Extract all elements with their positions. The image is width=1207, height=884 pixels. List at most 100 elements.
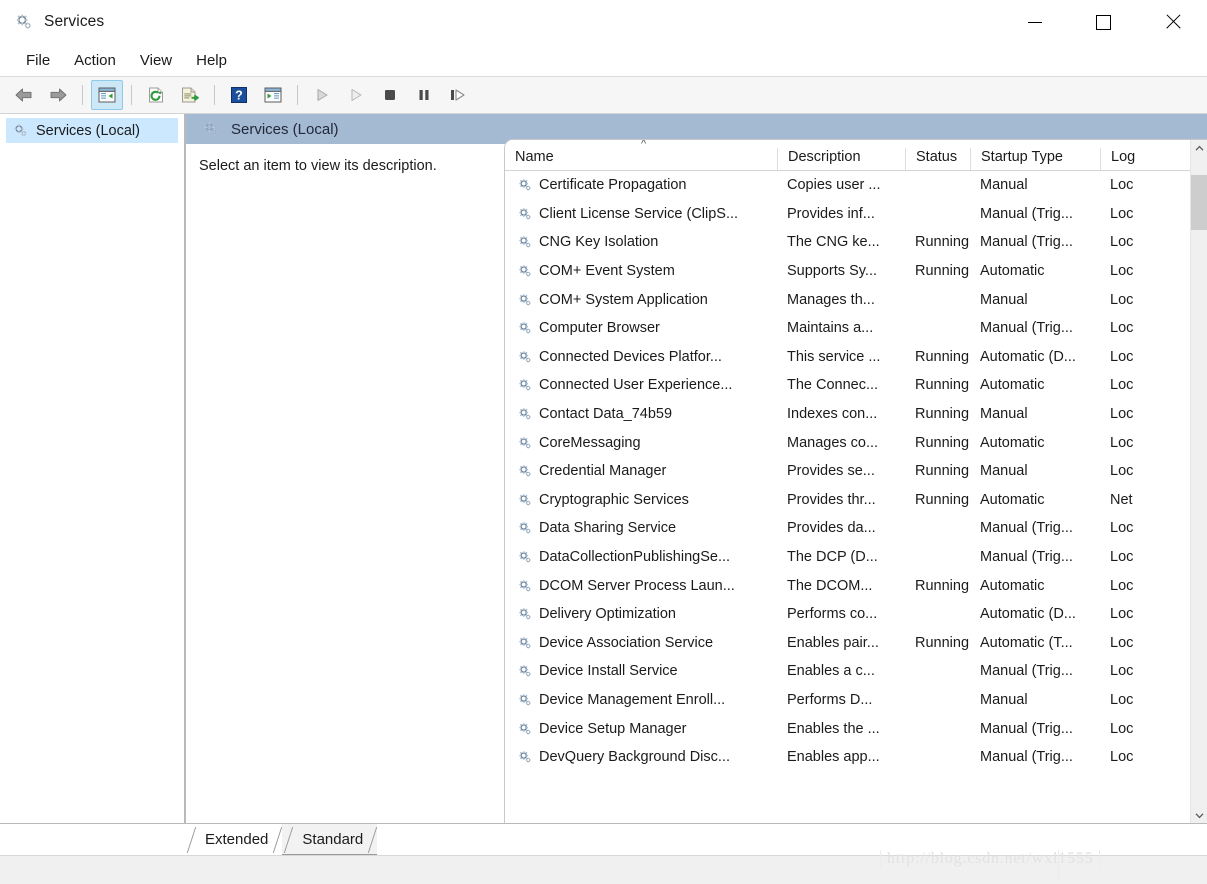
column-header-log-on-as[interactable]: Log	[1100, 148, 1145, 170]
column-header-name[interactable]: Name ^	[505, 140, 777, 170]
watermark-divider	[1058, 850, 1059, 883]
cell-service-name: Certificate Propagation	[505, 177, 777, 193]
maximize-button[interactable]	[1069, 0, 1138, 44]
export-list-button[interactable]	[174, 80, 206, 110]
cell-service-name-label: Client License Service (ClipS...	[539, 205, 739, 222]
table-row[interactable]: Device Management Enroll... Performs D...…	[505, 686, 1207, 715]
cell-log-on-as: Loc	[1110, 749, 1134, 766]
tab-standard[interactable]: Standard	[282, 824, 378, 855]
tab-edge-left	[186, 827, 197, 853]
cell-description: Indexes con...	[787, 406, 878, 423]
cell-startup-type: Manual (Trig...	[980, 549, 1073, 566]
service-gear-icon	[517, 292, 533, 308]
table-row[interactable]: Cryptographic Services Provides thr... Run…	[505, 486, 1207, 515]
table-row[interactable]: Credential Manager Provides se... Running M…	[505, 457, 1207, 486]
pause-service-button[interactable]	[408, 80, 440, 110]
toolbar-separator	[297, 85, 298, 105]
cell-startup-type: Automatic (D...	[980, 606, 1076, 623]
cell-description: Provides inf...	[787, 205, 875, 222]
table-row[interactable]: DataCollectionPublishingSe... The DCP (D.…	[505, 543, 1207, 572]
table-row[interactable]: Client License Service (ClipS... Provides…	[505, 200, 1207, 229]
cell-log-on-as: Loc	[1110, 177, 1134, 194]
table-row[interactable]: Device Association Service Enables pair..…	[505, 629, 1207, 658]
cell-service-name-label: Certificate Propagation	[539, 177, 687, 194]
tab-edge-right	[273, 827, 283, 853]
cell-startup-type: Automatic	[980, 491, 1045, 508]
table-row[interactable]: CNG Key Isolation The CNG ke... Running Man…	[505, 228, 1207, 257]
refresh-button[interactable]	[140, 80, 172, 110]
table-row[interactable]: Computer Browser Maintains a... Manual (Tr…	[505, 314, 1207, 343]
service-gear-icon	[517, 749, 533, 765]
forward-button[interactable]	[42, 80, 74, 110]
table-row[interactable]: Connected User Experience... The Connec..…	[505, 371, 1207, 400]
chevron-up-icon[interactable]	[1191, 140, 1207, 157]
back-button[interactable]	[8, 80, 40, 110]
minimize-button[interactable]	[1000, 0, 1069, 44]
restart-service-button[interactable]	[442, 80, 474, 110]
cell-service-name-label: DevQuery Background Disc...	[539, 749, 730, 766]
table-row[interactable]: Connected Devices Platfor... This service…	[505, 343, 1207, 372]
vertical-scrollbar-thumb[interactable]	[1191, 175, 1207, 230]
cell-service-name-label: Connected Devices Platfor...	[539, 348, 722, 365]
column-header-description[interactable]: Description	[777, 148, 905, 170]
service-gear-icon	[517, 349, 533, 365]
close-button[interactable]	[1138, 0, 1207, 44]
menu-file[interactable]: File	[14, 49, 62, 72]
menu-action[interactable]: Action	[62, 49, 128, 72]
cell-description: Supports Sy...	[787, 263, 877, 280]
service-gear-icon	[517, 578, 533, 594]
cell-log-on-as: Loc	[1110, 205, 1134, 222]
start-service-button[interactable]	[306, 80, 338, 110]
menu-view[interactable]: View	[128, 49, 184, 72]
cell-log-on-as: Loc	[1110, 377, 1134, 394]
table-row[interactable]: Delivery Optimization Performs co... Autom…	[505, 600, 1207, 629]
sidebar-item-label: Services (Local)	[36, 122, 140, 139]
table-row[interactable]: Contact Data_74b59 Indexes con... Running M…	[505, 400, 1207, 429]
service-gear-icon	[517, 520, 533, 536]
cell-description: The DCOM...	[787, 577, 873, 594]
column-header-startup-type[interactable]: Startup Type	[970, 148, 1100, 170]
column-header-status-label: Status	[916, 148, 958, 165]
menu-help[interactable]: Help	[184, 49, 239, 72]
show-hide-tree-button[interactable]	[91, 80, 123, 110]
sidebar-item-services-local[interactable]: Services (Local)	[6, 118, 178, 143]
cell-description: The Connec...	[787, 377, 879, 394]
cell-log-on-as: Loc	[1110, 291, 1134, 308]
table-row[interactable]: Device Install Service Enables a c... Manu…	[505, 657, 1207, 686]
cell-service-name-label: Contact Data_74b59	[539, 406, 673, 423]
table-row[interactable]: COM+ Event System Supports Sy... Running Au…	[505, 257, 1207, 286]
cell-service-name-label: Cryptographic Services	[539, 491, 689, 508]
properties-button[interactable]	[257, 80, 289, 110]
table-row[interactable]: CoreMessaging Manages co... Running Automat…	[505, 428, 1207, 457]
cell-description: Enables app...	[787, 749, 880, 766]
cell-log-on-as: Loc	[1110, 549, 1134, 566]
table-row[interactable]: DevQuery Background Disc... Enables app..…	[505, 743, 1207, 772]
table-row[interactable]: DCOM Server Process Laun... The DCOM... Ru…	[505, 571, 1207, 600]
table-row[interactable]: Device Setup Manager Enables the ... Manua…	[505, 714, 1207, 743]
cell-service-name-label: Credential Manager	[539, 463, 667, 480]
cell-service-name-label: Connected User Experience...	[539, 377, 733, 394]
cell-status: Running	[915, 577, 970, 594]
cell-log-on-as: Loc	[1110, 320, 1134, 337]
cell-startup-type: Manual (Trig...	[980, 205, 1073, 222]
resume-service-button[interactable]	[340, 80, 372, 110]
help-button[interactable]: ?	[223, 80, 255, 110]
console-tree-bottom-edge	[0, 823, 186, 855]
cell-log-on-as: Loc	[1110, 520, 1134, 537]
chevron-down-icon[interactable]	[1191, 807, 1207, 824]
cell-status: Running	[915, 491, 970, 508]
table-row[interactable]: COM+ System Application Manages th... Manu…	[505, 285, 1207, 314]
cell-description: Performs D...	[787, 691, 873, 708]
cell-status: Running	[915, 634, 970, 651]
list-column-headers: Name ^ Description Status Startup Type L…	[505, 140, 1207, 171]
table-row[interactable]: Data Sharing Service Provides da... Manual…	[505, 514, 1207, 543]
menu-bar: File Action View Help	[0, 44, 1207, 77]
tab-extended[interactable]: Extended	[185, 824, 283, 855]
stop-service-button[interactable]	[374, 80, 406, 110]
cell-service-name: Cryptographic Services	[505, 492, 777, 508]
column-header-status[interactable]: Status	[905, 148, 970, 170]
vertical-scrollbar[interactable]	[1190, 140, 1207, 824]
column-header-log-on-as-label: Log	[1111, 148, 1136, 165]
table-row[interactable]: Certificate Propagation Copies user ... Ma…	[505, 171, 1207, 200]
service-gear-icon	[517, 549, 533, 565]
